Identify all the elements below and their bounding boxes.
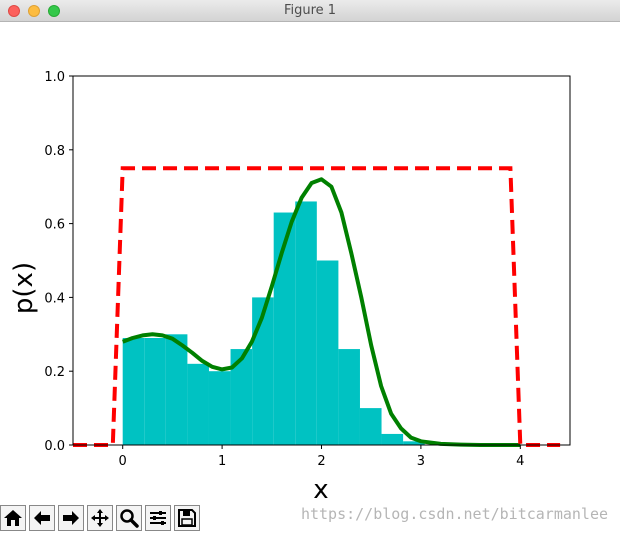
home-button[interactable] bbox=[0, 505, 26, 531]
x-tick-label: 2 bbox=[317, 454, 325, 469]
subplots-icon bbox=[150, 511, 166, 525]
histogram-bar bbox=[122, 337, 145, 445]
y-axis-label: p(x) bbox=[9, 262, 39, 314]
window-titlebar: Figure 1 bbox=[0, 0, 620, 22]
y-tick-label: 0.4 bbox=[44, 291, 65, 306]
zoom-icon bbox=[120, 509, 139, 528]
forward-arrow-icon bbox=[63, 511, 79, 525]
y-tick-label: 0.2 bbox=[44, 365, 65, 380]
x-axis-label: x bbox=[313, 475, 328, 503]
x-tick-label: 3 bbox=[417, 454, 425, 469]
histogram-bar bbox=[295, 201, 317, 445]
y-tick-label: 0.8 bbox=[44, 144, 65, 159]
back-arrow-icon bbox=[34, 511, 50, 525]
chart-svg: 0 1 2 3 4 0.0 0.2 0.4 0.6 0.8 1.0 x p(x) bbox=[9, 70, 571, 505]
y-tick-label: 1.0 bbox=[44, 70, 65, 85]
save-icon bbox=[178, 509, 196, 527]
histogram-bar bbox=[338, 349, 360, 445]
histogram-bar bbox=[381, 433, 404, 445]
forward-button[interactable] bbox=[58, 505, 84, 531]
histogram-bar bbox=[316, 260, 339, 445]
x-tick-label: 0 bbox=[119, 454, 127, 469]
watermark-text: https://blog.csdn.net/bitcarmanlee bbox=[300, 505, 608, 523]
zoom-button[interactable] bbox=[116, 505, 142, 531]
x-tick-label: 4 bbox=[516, 454, 524, 469]
window-title: Figure 1 bbox=[283, 3, 337, 18]
figure-canvas[interactable]: 0 1 2 3 4 0.0 0.2 0.4 0.6 0.8 1.0 x p(x) bbox=[0, 23, 620, 505]
histogram-bar bbox=[359, 408, 382, 445]
y-tick-label: 0.6 bbox=[44, 218, 65, 233]
back-button[interactable] bbox=[29, 505, 55, 531]
save-button[interactable] bbox=[174, 505, 200, 531]
histogram-bar bbox=[208, 371, 231, 445]
pan-button[interactable] bbox=[87, 505, 113, 531]
pan-icon bbox=[91, 509, 109, 527]
y-axis-ticks: 0.0 0.2 0.4 0.6 0.8 1.0 bbox=[44, 70, 73, 454]
x-tick-label: 1 bbox=[218, 454, 226, 469]
histogram-bar bbox=[144, 337, 166, 445]
y-tick-label: 0.0 bbox=[44, 439, 65, 454]
home-icon bbox=[4, 510, 22, 526]
histogram-bar bbox=[187, 363, 209, 445]
histogram-bar bbox=[165, 334, 188, 445]
configure-subplots-button[interactable] bbox=[145, 505, 171, 531]
x-axis-ticks: 0 1 2 3 4 bbox=[119, 445, 524, 469]
